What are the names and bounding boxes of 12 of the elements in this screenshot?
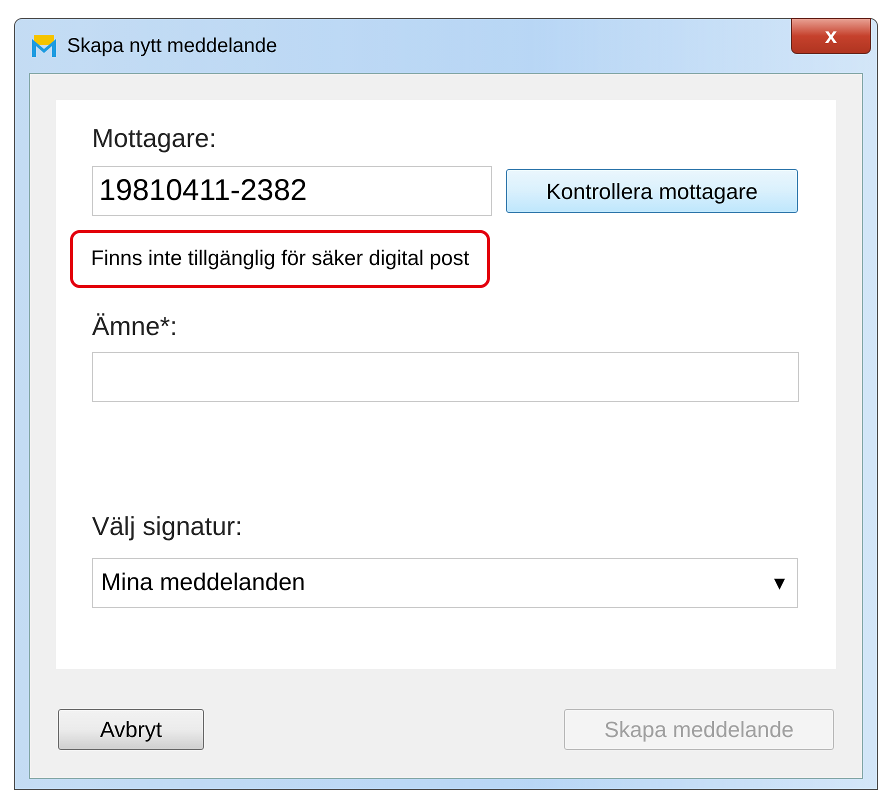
envelope-logo-icon bbox=[31, 33, 57, 59]
subject-field[interactable] bbox=[92, 352, 799, 402]
check-recipient-button[interactable]: Kontrollera mottagare bbox=[506, 169, 798, 213]
recipient-field[interactable]: 19810411-2382 bbox=[92, 166, 492, 216]
signature-dropdown[interactable]: Mina meddelanden ▾ bbox=[92, 558, 798, 608]
recipient-label: Mottagare: bbox=[92, 122, 218, 154]
close-button[interactable]: x bbox=[791, 18, 871, 54]
subject-label: Ämne*: bbox=[92, 310, 178, 342]
cancel-button[interactable]: Avbryt bbox=[58, 709, 204, 750]
signature-label: Välj signatur: bbox=[92, 510, 244, 542]
window-title: Skapa nytt meddelande bbox=[67, 34, 278, 59]
status-message: Finns inte tillgänglig för säker digital post bbox=[70, 230, 490, 288]
